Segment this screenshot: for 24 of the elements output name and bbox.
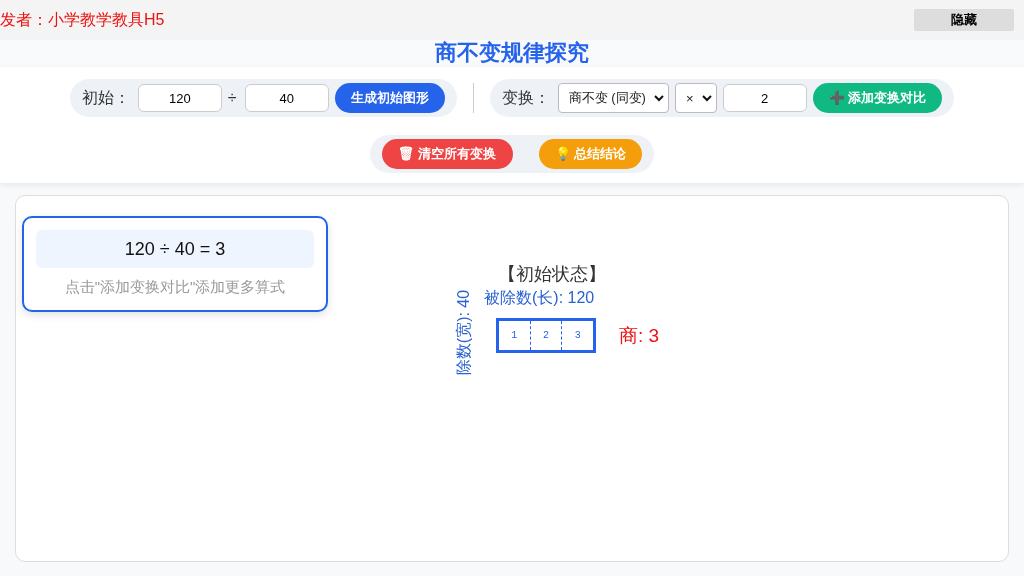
divisor-input[interactable]: 40	[244, 84, 329, 112]
transform-label: 变换：	[501, 87, 550, 108]
unit-cell: 3	[561, 321, 593, 350]
operator-select[interactable]: ×	[674, 83, 717, 113]
page-title: 商不变规律探究	[435, 41, 589, 65]
unit-cell: 2	[529, 321, 562, 350]
action-button[interactable]: 🗑 清空所有变换	[381, 139, 513, 169]
hide-button[interactable]: 隐藏	[914, 9, 1014, 31]
chevron-icon	[701, 94, 712, 102]
mode-select[interactable]: 商不变 (同变)	[557, 83, 669, 113]
chevron-icon	[653, 94, 664, 102]
quotient-label: 商: 3	[619, 324, 660, 348]
unit-cell-text: 1	[510, 329, 519, 343]
generate-button[interactable]: 生成初始图形	[334, 83, 445, 113]
factor-input[interactable]: 2	[722, 84, 807, 112]
initial-label: 初始：	[81, 87, 130, 108]
dividend-input[interactable]: 120	[137, 84, 222, 112]
divide-sign: ÷	[227, 89, 237, 107]
hint-text: 点击"添加变换对比"添加更多算式	[63, 278, 287, 297]
author-text: 发者：小学教学教具H5	[0, 9, 165, 30]
figure-heading: 【初始状态】	[498, 263, 606, 286]
equation-text: 120 ÷ 40 = 3	[36, 230, 314, 268]
length-label: 被除数(长): 120	[484, 288, 595, 308]
width-label: 除数(宽): 40	[453, 288, 473, 378]
